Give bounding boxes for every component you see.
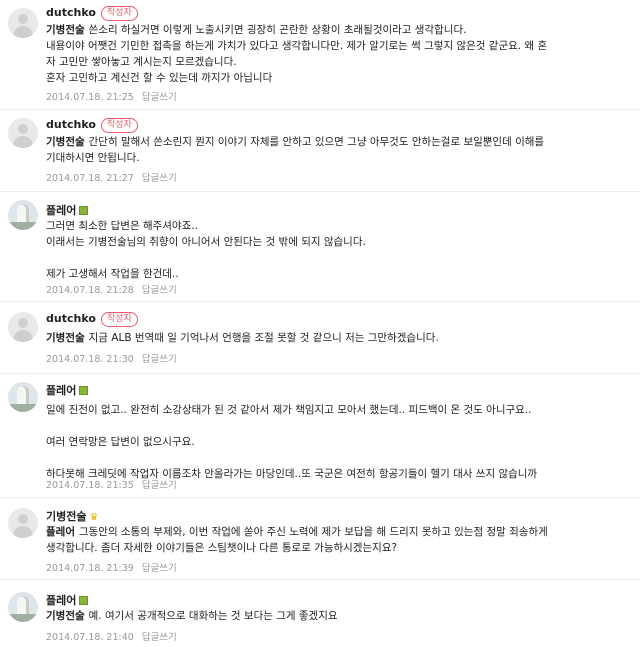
default-avatar-icon: [18, 14, 28, 24]
reply-button[interactable]: 답글쓰기: [142, 92, 177, 103]
comment-date: 2014.07.18. 21:27: [46, 173, 134, 184]
comment-nickname[interactable]: dutchko 작성자: [46, 118, 138, 133]
member-level-icon: [79, 596, 89, 605]
default-avatar-icon: [18, 318, 28, 328]
comment-meta: 2014.07.18. 21:28 답글쓰기: [46, 282, 177, 296]
comment-date: 2014.07.18. 21:25: [46, 92, 134, 103]
comment-nickname[interactable]: 플레어: [46, 592, 89, 608]
comment-date: 2014.07.18. 21:28: [46, 285, 134, 296]
comment-item: dutchko 작성자 기병전술 쓴소리 하실거면 이렇게 노출시키면 굉장히 곤란…: [0, 4, 640, 110]
avatar[interactable]: [8, 312, 38, 342]
comment-text: 기병전술 지금 ALB 번역때 일 기억나서 언행을 조절 못할 것 같으니 저는…: [46, 332, 439, 344]
reply-button[interactable]: 답글쓰기: [142, 480, 177, 491]
nickname-text[interactable]: dutchko: [46, 312, 96, 325]
comment-meta: 2014.07.18. 21:25 답글쓰기: [46, 89, 177, 103]
crown-icon: ♛: [89, 512, 99, 523]
comment-date: 2014.07.18. 21:40: [46, 632, 134, 643]
comment-nickname[interactable]: dutchko 작성자: [46, 312, 138, 327]
nickname-text[interactable]: dutchko: [46, 6, 96, 19]
avatar[interactable]: [8, 200, 38, 230]
default-avatar-icon: [18, 124, 28, 134]
reply-button[interactable]: 답글쓰기: [142, 563, 177, 574]
comment-text: 기병전술 쓴소리 하실거면 이렇게 노출시키면 굉장히 곤란한 상황이 초래될것이…: [46, 24, 548, 84]
author-badge: 작성자: [100, 118, 138, 133]
comment-nickname[interactable]: 기병전술 ♛: [46, 508, 98, 524]
avatar[interactable]: [8, 382, 38, 412]
mention[interactable]: 기병전술: [46, 136, 85, 148]
comment-text: 플레어 그동안의 소통의 부제와, 이번 작업에 쏟아 주신 노력에 제가 보답을…: [46, 526, 548, 554]
mention[interactable]: 플레어: [46, 526, 75, 538]
mention[interactable]: 기병전술: [46, 24, 85, 36]
avatar[interactable]: [8, 508, 38, 538]
default-avatar-icon: [18, 514, 28, 524]
avatar[interactable]: [8, 118, 38, 148]
reply-button[interactable]: 답글쓰기: [142, 173, 177, 184]
avatar[interactable]: [8, 592, 38, 622]
comment-text: 일에 진전이 없고.. 완전히 소강상태가 된 것 같아서 제가 책임지고 모아…: [46, 404, 538, 480]
comment-item: 플레어 그러면 최소한 답변은 해주셔야죠.. 이래서는 기병전술님의 취향이 …: [0, 192, 640, 302]
comment-text: 기병전술 간단히 말해서 쓴소린지 뭔지 이야기 자체를 안하고 있으면 그냥 아…: [46, 136, 545, 164]
comment-item: dutchko 작성자 기병전술 간단히 말해서 쓴소린지 뭔지 이야기 자체를 안…: [0, 110, 640, 192]
comment-nickname[interactable]: 플레어: [46, 382, 89, 398]
comment-date: 2014.07.18. 21:30: [46, 354, 134, 365]
comment-item: 플레어 일에 진전이 없고.. 완전히 소강상태가 된 것 같아서 제가 책임지…: [0, 374, 640, 498]
comment-meta: 2014.07.18. 21:27 답글쓰기: [46, 170, 177, 184]
reply-button[interactable]: 답글쓰기: [142, 285, 177, 296]
comment-meta: 2014.07.18. 21:30 답글쓰기: [46, 351, 177, 365]
avatar[interactable]: [8, 8, 38, 38]
member-level-icon: [79, 386, 89, 395]
nickname-text[interactable]: dutchko: [46, 118, 96, 131]
comment-nickname[interactable]: dutchko 작성자: [46, 6, 138, 21]
member-level-icon: [79, 206, 89, 215]
comment-date: 2014.07.18. 21:35: [46, 480, 134, 491]
nickname-text[interactable]: 플레어: [46, 384, 76, 397]
comment-meta: 2014.07.18. 21:35 답글쓰기: [46, 477, 177, 491]
comment-date: 2014.07.18. 21:39: [46, 563, 134, 574]
comment-text: 그러면 최소한 답변은 해주셔야죠.. 이래서는 기병전술님의 취향이 아니어서…: [46, 220, 366, 280]
comment-meta: 2014.07.18. 21:40 답글쓰기: [46, 629, 177, 643]
author-badge: 작성자: [100, 6, 138, 21]
nickname-text[interactable]: 플레어: [46, 204, 76, 217]
mention[interactable]: 기병전술: [46, 332, 85, 344]
nickname-text[interactable]: 기병전술: [46, 510, 86, 523]
comment-nickname[interactable]: 플레어: [46, 202, 89, 218]
comment-item: 기병전술 ♛ 플레어 그동안의 소통의 부제와, 이번 작업에 쏟아 주신 노력에 …: [0, 498, 640, 580]
mention[interactable]: 기병전술: [46, 610, 85, 622]
author-badge: 작성자: [100, 312, 138, 327]
comment-list: dutchko 작성자 기병전술 쓴소리 하실거면 이렇게 노출시키면 굉장히 곤란…: [0, 0, 640, 647]
nickname-text[interactable]: 플레어: [46, 594, 76, 607]
comment-text: 기병전술 예. 여기서 공개적으로 대화하는 것 보다는 그게 좋겠지요: [46, 610, 338, 622]
comment-item: 플레어 기병전술 예. 여기서 공개적으로 대화하는 것 보다는 그게 좋겠지요 …: [0, 580, 640, 647]
reply-button[interactable]: 답글쓰기: [142, 632, 177, 643]
comment-item: dutchko 작성자 기병전술 지금 ALB 번역때 일 기억나서 언행을 조절 …: [0, 302, 640, 374]
reply-button[interactable]: 답글쓰기: [142, 354, 177, 365]
comment-meta: 2014.07.18. 21:39 답글쓰기: [46, 560, 177, 574]
